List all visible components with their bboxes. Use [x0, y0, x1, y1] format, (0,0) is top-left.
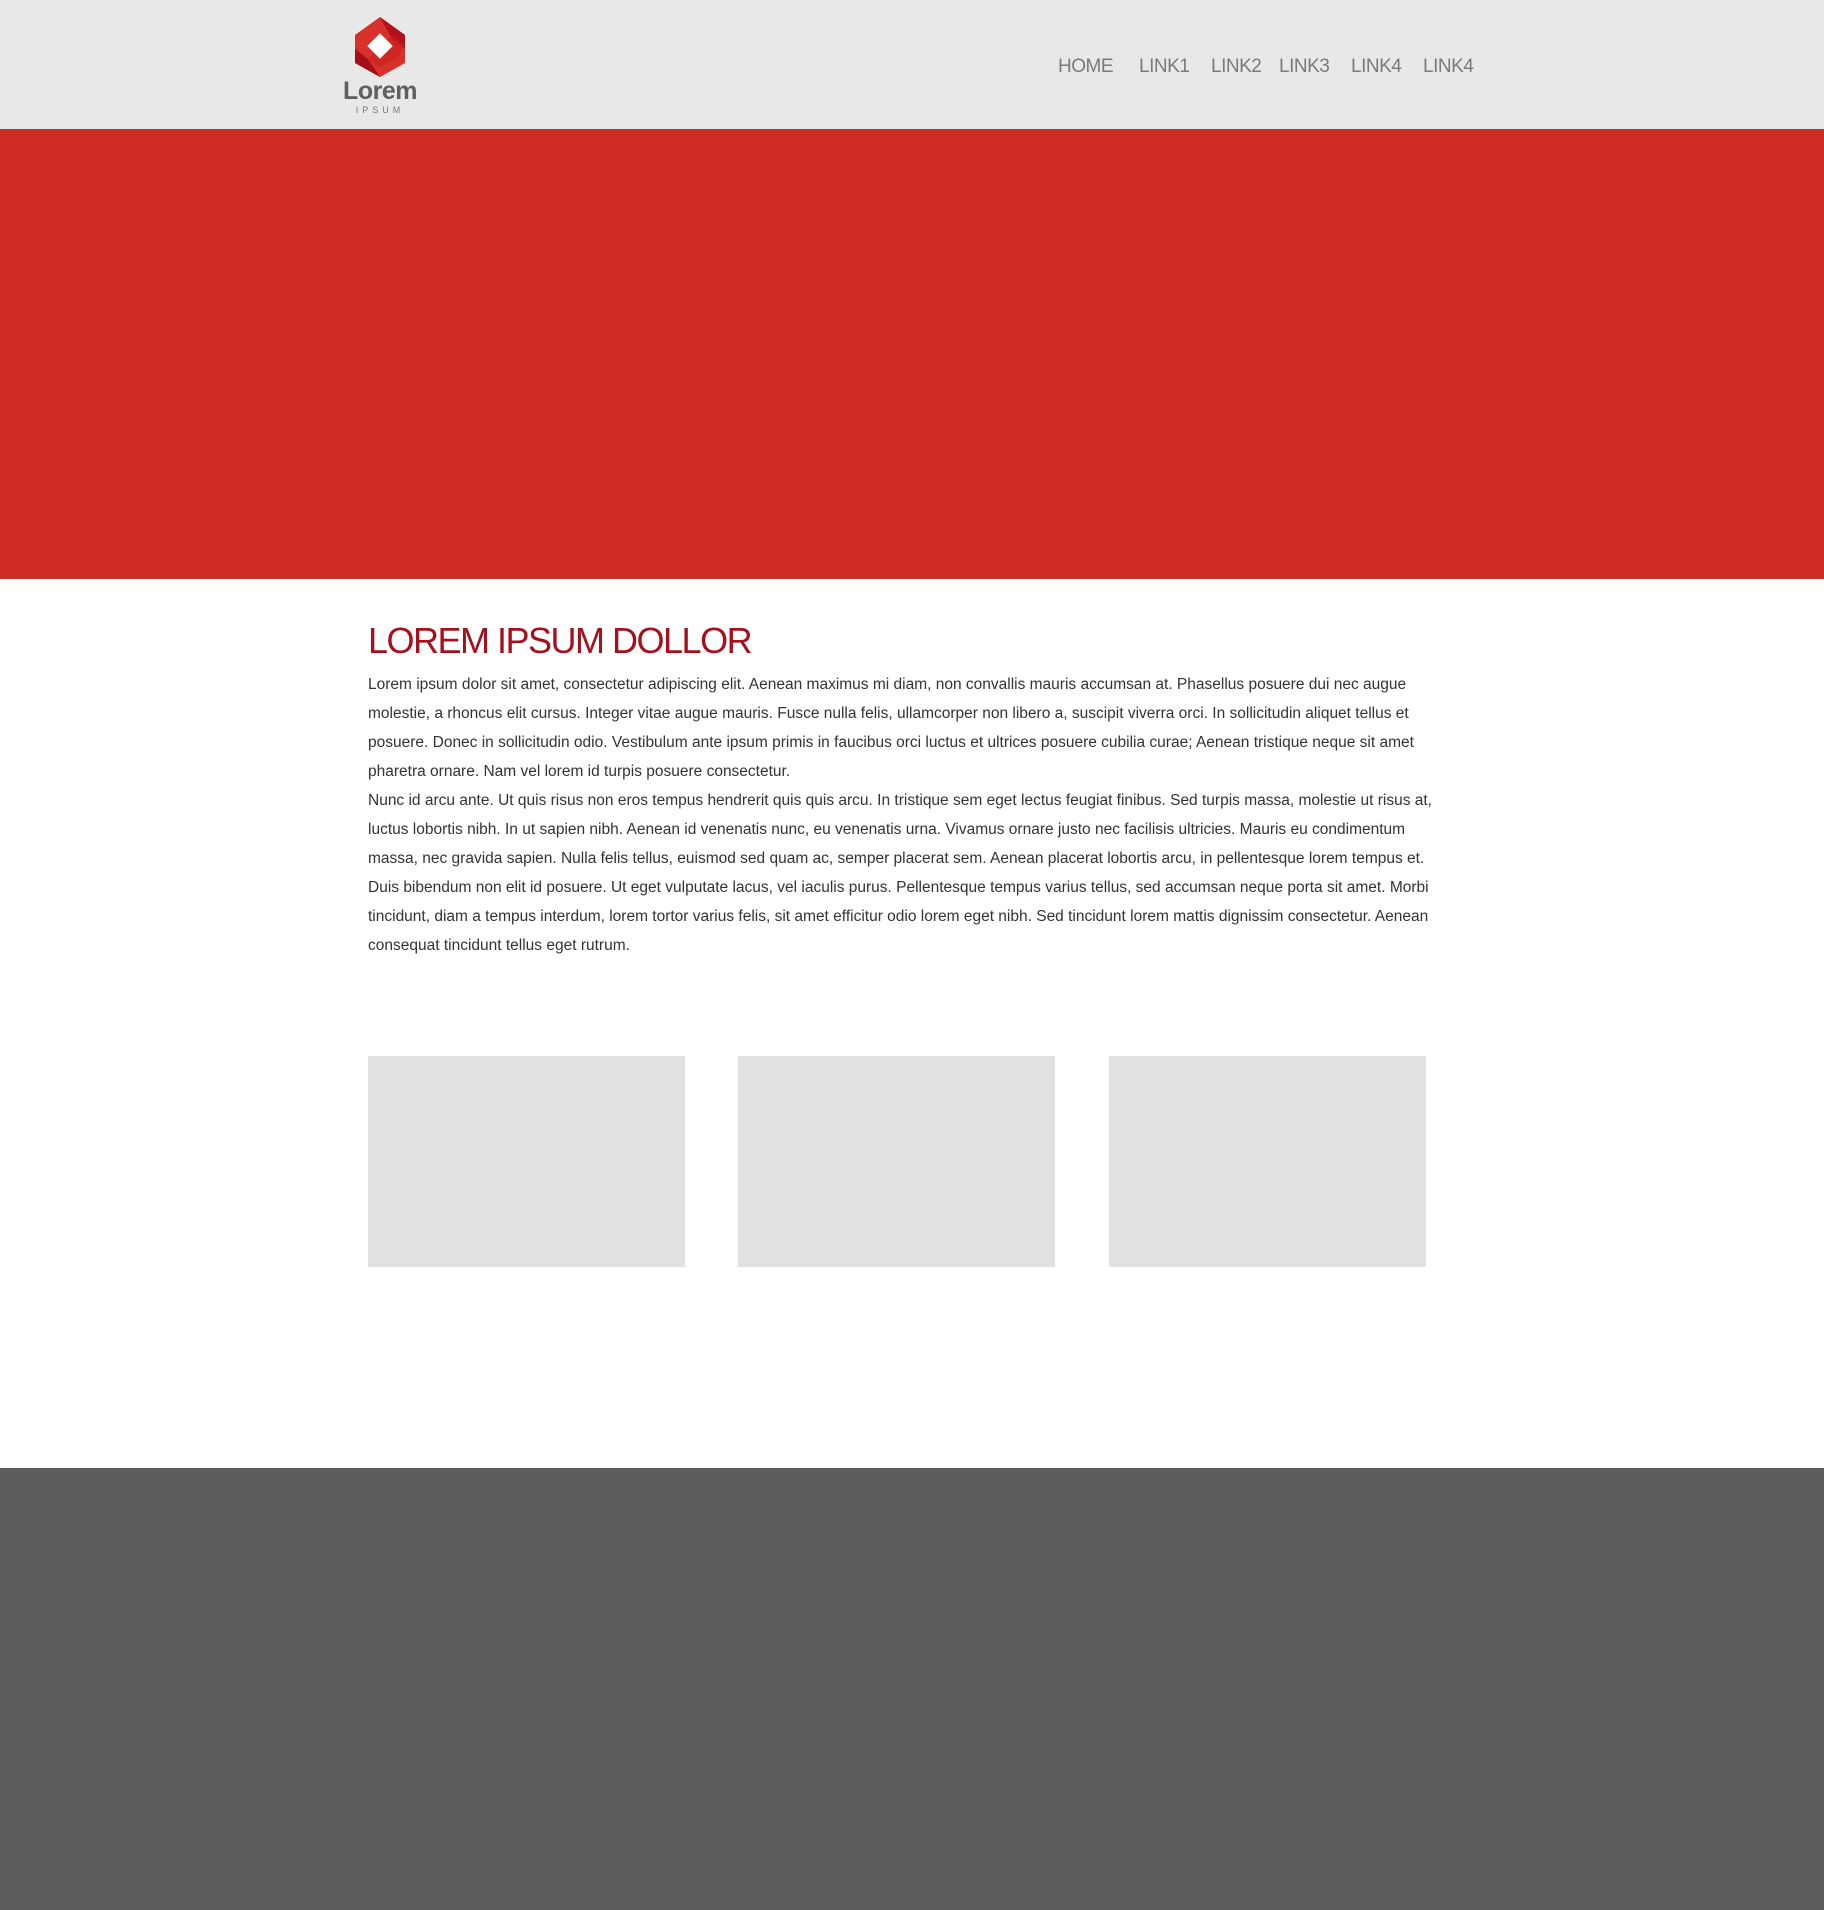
logo-text: Lorem: [343, 77, 417, 105]
footer: [0, 1468, 1824, 1910]
main-content: LOREM IPSUM DOLLOR Lorem ipsum dolor sit…: [368, 620, 1438, 960]
nav-link3[interactable]: LINK3: [1279, 56, 1330, 78]
paragraph: Lorem ipsum dolor sit amet, consectetur …: [368, 676, 1414, 780]
logo-subtext: IPSUM: [355, 105, 405, 115]
nav-home[interactable]: HOME: [1058, 56, 1114, 78]
nav-link1[interactable]: LINK1: [1139, 56, 1190, 78]
logo-icon: [355, 17, 405, 77]
hero-banner: [0, 129, 1824, 579]
paragraph: Nunc id arcu ante. Ut quis risus non ero…: [368, 792, 1432, 954]
nav-link2[interactable]: LINK2: [1211, 56, 1262, 78]
card-placeholder-3: [1109, 1056, 1426, 1267]
page-title: LOREM IPSUM DOLLOR: [368, 620, 753, 661]
nav-link4-second[interactable]: LINK4: [1423, 56, 1474, 78]
nav-link4[interactable]: LINK4: [1351, 56, 1402, 78]
card-placeholder-2: [738, 1056, 1055, 1267]
header: Lorem IPSUM HOME LINK1 LINK2 LINK3 LINK4…: [0, 0, 1824, 129]
logo[interactable]: Lorem IPSUM: [340, 15, 420, 115]
card-placeholder-1: [368, 1056, 685, 1267]
